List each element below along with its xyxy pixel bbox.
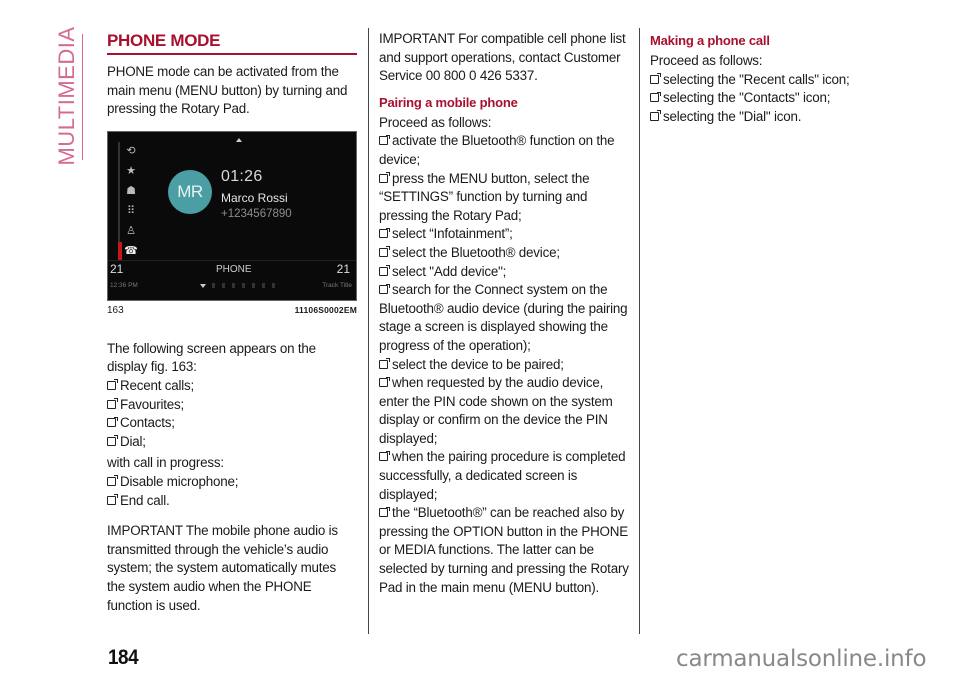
scroll-up-icon (236, 137, 242, 142)
figure-number: 163 (107, 304, 124, 316)
important-note-audio: IMPORTANT The mobile phone audio is tran… (107, 523, 338, 613)
phone-call-heading: Making a phone call (650, 33, 770, 48)
checkbox-bullet-icon (650, 73, 661, 84)
pairing-heading: Pairing a mobile phone (379, 94, 518, 110)
end-call-highlight (118, 241, 122, 260)
favourites-icon: ★ (126, 164, 136, 177)
figure-mode-label: PHONE (216, 263, 252, 275)
call-duration: 01:26 (221, 167, 263, 185)
contacts-icon: ☗ (126, 184, 136, 197)
list-item: selecting the "Dial" icon. (650, 108, 900, 127)
list-item: Disable microphone; (107, 473, 357, 492)
caller-number: +1234567890 (221, 207, 292, 220)
recent-calls-icon: ⟲ (126, 144, 136, 157)
pairing-steps-list: activate the Bluetooth® function on the … (379, 132, 634, 597)
column-divider (639, 28, 640, 634)
list-item: selecting the "Recent calls" icon; (650, 71, 900, 90)
caller-name: Marco Rossi (221, 190, 288, 205)
pairing-proceed: Proceed as follows: (379, 114, 492, 130)
phone-screen-figure: ⟲ ★ ☗ ⠿ ♙ ☎ MR 01:26 Marco Rossi +123456… (107, 130, 357, 301)
checkbox-bullet-icon (379, 283, 390, 295)
checkbox-bullet-icon (379, 246, 390, 257)
column-1: PHONE MODE PHONE mode can be activated f… (107, 30, 357, 615)
list-item: Recent calls; (107, 377, 357, 396)
checkbox-bullet-icon (379, 134, 390, 146)
figure-status-time: 12:36 PM (110, 281, 138, 289)
list-item: Favourites; (107, 396, 357, 415)
checkbox-bullet-icon (650, 110, 661, 121)
page-number: 184 (108, 646, 139, 669)
figure-code: 11106S0002EM (294, 304, 357, 315)
list-item: select the device to be paired; (379, 356, 634, 375)
figure-phone-sidebar: ⟲ ★ ☗ ⠿ ♙ ☎ (118, 141, 142, 260)
list-item: activate the Bluetooth® function on the … (379, 133, 615, 167)
checkbox-bullet-icon (379, 227, 390, 239)
checkbox-bullet-icon (107, 475, 118, 486)
section-side-label: MULTIMEDIA (52, 26, 82, 165)
list-item: press the MENU button, select the “SETTI… (379, 170, 590, 223)
phone-call-steps-list: selecting the "Recent calls" icon; selec… (650, 71, 900, 127)
checkbox-bullet-icon (650, 91, 661, 103)
in-progress-label: with call in progress: (107, 455, 224, 471)
checkbox-bullet-icon (379, 506, 390, 518)
list-item: selecting the "Contacts" icon; (650, 89, 900, 108)
intro-paragraph: PHONE mode can be activated from the mai… (107, 64, 348, 117)
figure-track-title: Track Title (322, 281, 352, 289)
column-3: Making a phone call Proceed as follows: … (650, 30, 900, 126)
checkbox-bullet-icon (379, 172, 390, 183)
column-divider (368, 28, 369, 634)
watermark: carmanualsonline.info (676, 646, 927, 672)
list-item: select the Bluetooth® device; (379, 244, 634, 263)
figure-status-divider (108, 259, 356, 261)
end-call-icon: ☎ (124, 244, 138, 257)
section-side-label-text: MULTIMEDIA (54, 26, 79, 166)
column-2: IMPORTANT For compatible cell phone list… (379, 30, 634, 597)
dial-icon: ⠿ (126, 204, 136, 217)
checkbox-bullet-icon (107, 379, 118, 390)
list-item: when requested by the audio device, ente… (379, 375, 613, 446)
side-rule (82, 34, 83, 160)
checkbox-bullet-icon (107, 398, 118, 409)
list-item: the “Bluetooth®” can be reached also by … (379, 505, 629, 595)
important-note-support: IMPORTANT For compatible cell phone list… (379, 31, 626, 84)
in-progress-list: Disable microphone; End call. (107, 473, 357, 510)
scroll-down-icon (200, 283, 206, 288)
screen-description: The following screen appears on the disp… (107, 340, 316, 375)
figure-caption: 163 11106S0002EM (107, 305, 357, 316)
checkbox-bullet-icon (379, 450, 390, 462)
list-item: Contacts; (107, 414, 357, 433)
microphone-icon: ♙ (126, 224, 136, 237)
list-item: when the pairing procedure is completed … (379, 449, 626, 502)
figure-left-value: 21 (110, 261, 124, 276)
list-item: select "Add device"; (379, 263, 634, 282)
checkbox-bullet-icon (107, 494, 118, 505)
screen-items-list: Recent calls; Favourites; Contacts; Dial… (107, 377, 357, 451)
figure-right-value: 21 (336, 261, 350, 276)
checkbox-bullet-icon (107, 416, 118, 428)
checkbox-bullet-icon (107, 435, 118, 446)
phone-call-proceed: Proceed as follows: (650, 53, 763, 68)
list-item: search for the Connect system on the Blu… (379, 282, 628, 353)
list-item: Dial; (107, 433, 357, 452)
checkbox-bullet-icon (379, 265, 390, 276)
list-item: End call. (107, 492, 357, 511)
checkbox-bullet-icon (379, 376, 390, 388)
list-item: select “Infotainment”; (379, 225, 634, 244)
figure-page-dots (212, 282, 282, 288)
caller-avatar: MR (168, 169, 212, 214)
page-title: PHONE MODE (107, 30, 357, 55)
checkbox-bullet-icon (379, 358, 390, 369)
